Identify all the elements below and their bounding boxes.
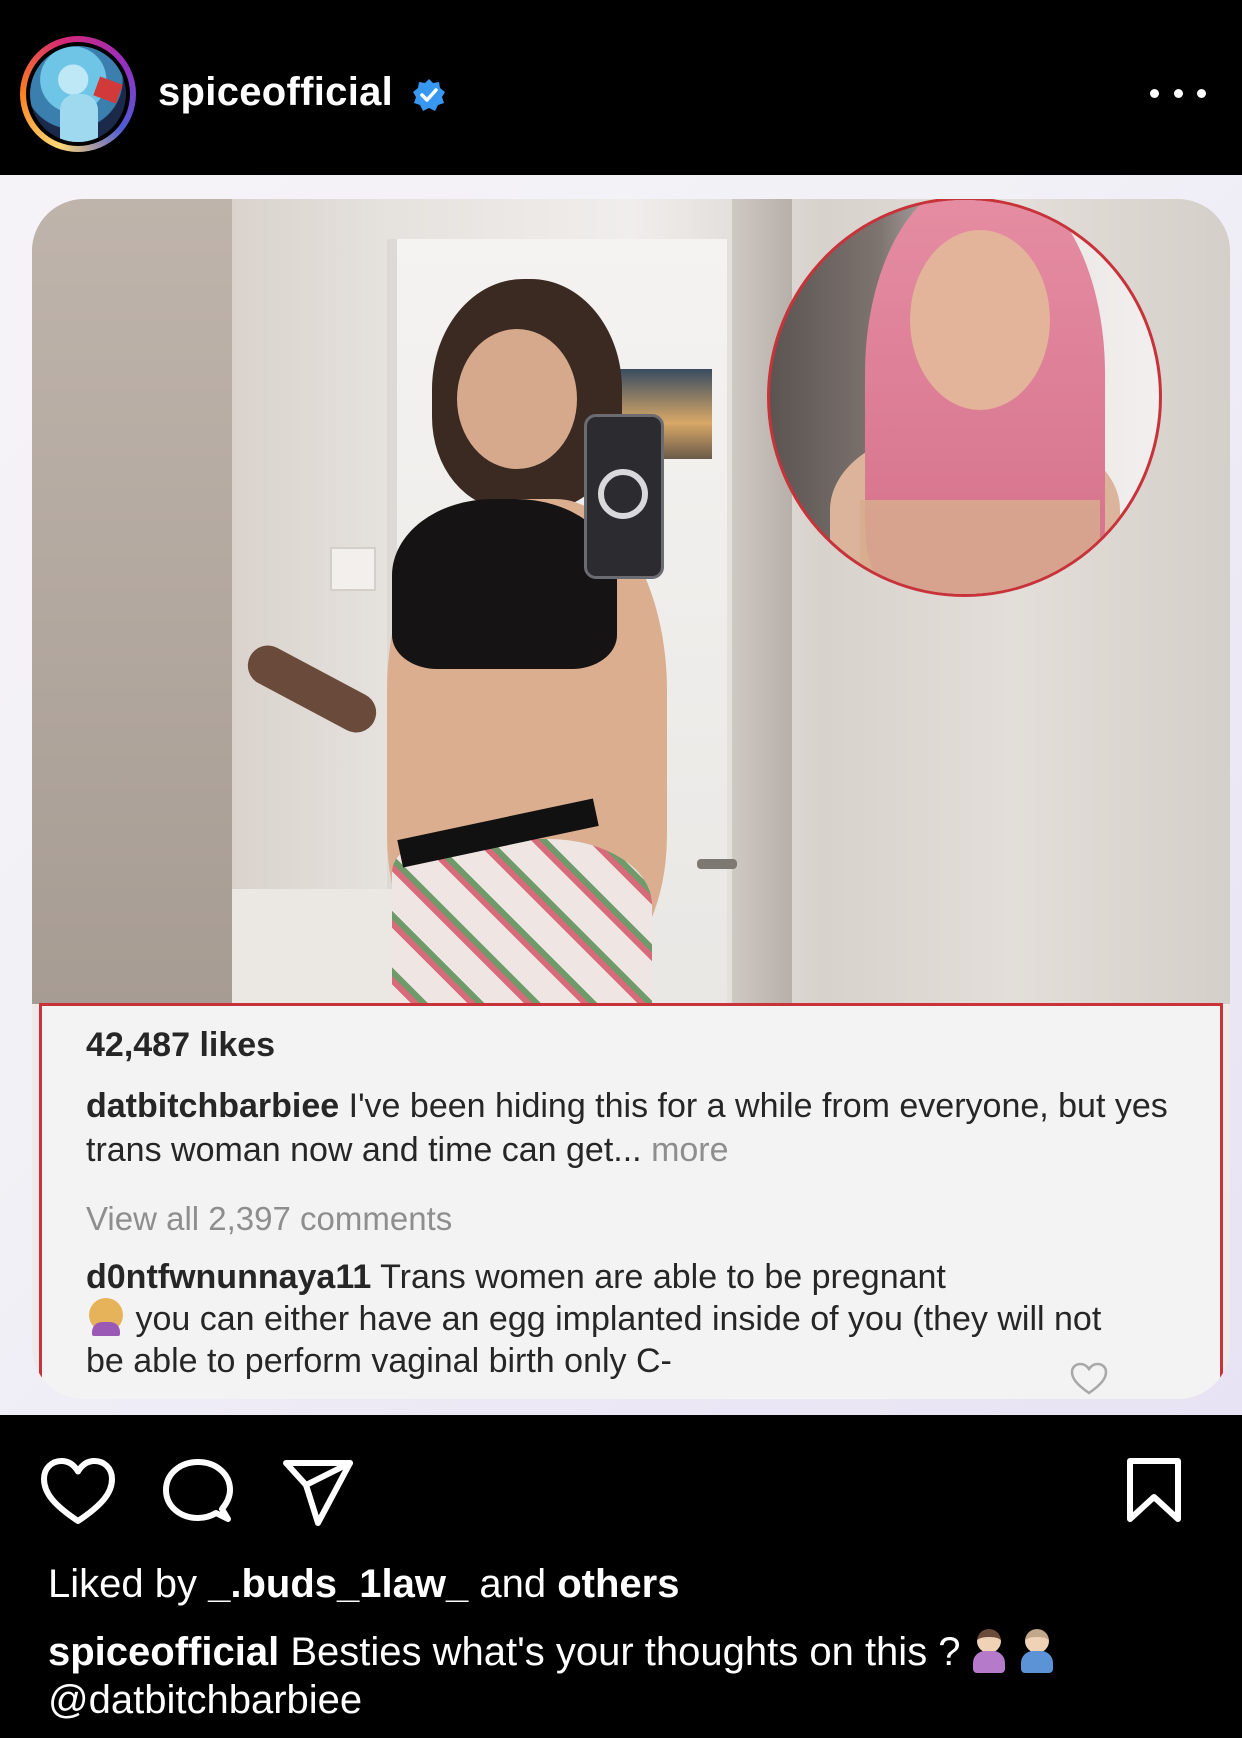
light-switch bbox=[330, 547, 376, 591]
post-caption: spiceofficial Besties what's your though… bbox=[48, 1628, 1218, 1724]
action-bar bbox=[0, 1415, 1242, 1545]
embedded-heart-icon bbox=[1070, 1362, 1108, 1395]
inset-portrait bbox=[767, 199, 1162, 597]
door-handle bbox=[697, 859, 737, 869]
post-header: spiceofficial bbox=[0, 0, 1242, 175]
embedded-comment: d0ntfwnunnaya11 Trans women are able to … bbox=[86, 1256, 1146, 1382]
dot bbox=[1197, 88, 1206, 98]
avatar-accent bbox=[93, 76, 123, 104]
liked-by-user[interactable]: _.buds_1law_ bbox=[208, 1562, 468, 1606]
wall bbox=[32, 199, 232, 1004]
pregnant-man-emoji bbox=[1017, 1629, 1057, 1673]
caption-mention[interactable]: @datbitchbarbiee bbox=[48, 1678, 362, 1722]
embedded-more-link: more bbox=[641, 1131, 729, 1169]
mirror-selfie-photo bbox=[32, 199, 1230, 1004]
avatar[interactable] bbox=[20, 36, 136, 152]
liked-by-prefix: Liked by bbox=[48, 1562, 209, 1606]
embedded-likes: 42,487 likes bbox=[86, 1026, 276, 1064]
liked-by-line[interactable]: Liked by _.buds_1law_ and others bbox=[48, 1562, 679, 1607]
embedded-comment-text-1: Trans women are able to be pregnant bbox=[371, 1258, 946, 1296]
dot bbox=[1150, 88, 1159, 98]
embedded-caption-user: datbitchbarbiee bbox=[86, 1087, 340, 1125]
screenshot-card: 42,487 likes datbitchbarbiee I've been h… bbox=[32, 199, 1230, 1399]
paper-plane-icon[interactable] bbox=[280, 1457, 356, 1527]
pregnant-woman-emoji bbox=[969, 1629, 1009, 1673]
post-media[interactable]: 42,487 likes datbitchbarbiee I've been h… bbox=[0, 175, 1242, 1415]
person-shorts bbox=[392, 839, 652, 1004]
inset-face bbox=[910, 230, 1050, 410]
embedded-comment-text-2: you can either have an egg implanted ins… bbox=[86, 1300, 1102, 1380]
dot bbox=[1173, 88, 1183, 98]
liked-by-middle: and bbox=[468, 1562, 558, 1606]
profile-avatar-image bbox=[30, 46, 126, 142]
inset-top bbox=[860, 500, 1100, 594]
post-username[interactable]: spiceofficial bbox=[158, 70, 393, 115]
phone-ring bbox=[598, 469, 648, 519]
more-dots-icon[interactable] bbox=[1150, 78, 1206, 108]
caption-text: Besties what's your thoughts on this ? bbox=[279, 1630, 961, 1674]
embedded-caption: datbitchbarbiee I've been hiding this fo… bbox=[86, 1084, 1196, 1172]
avatar-figure bbox=[60, 94, 98, 142]
avatar-border bbox=[26, 42, 130, 146]
liked-by-others[interactable]: others bbox=[557, 1562, 679, 1606]
caption-username[interactable]: spiceofficial bbox=[48, 1630, 279, 1674]
embedded-view-comments: View all 2,397 comments bbox=[86, 1200, 453, 1237]
heart-icon[interactable] bbox=[40, 1457, 116, 1527]
comment-bubble-icon[interactable] bbox=[160, 1457, 236, 1527]
arm bbox=[240, 638, 384, 740]
embedded-comment-user: d0ntfwnunnaya11 bbox=[86, 1258, 372, 1296]
bookmark-icon[interactable] bbox=[1124, 1457, 1184, 1523]
embedded-caption-box: 42,487 likes datbitchbarbiee I've been h… bbox=[39, 1003, 1223, 1399]
woman-facepalming-emoji bbox=[86, 1298, 126, 1336]
verified-badge-icon bbox=[413, 79, 445, 111]
person-face bbox=[457, 329, 577, 469]
